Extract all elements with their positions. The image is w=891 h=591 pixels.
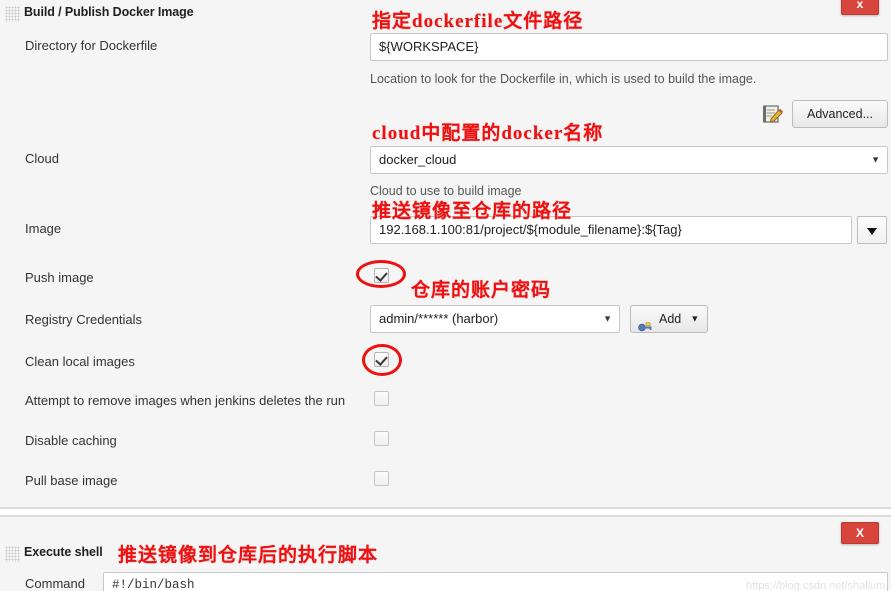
push-image-label: Push image	[25, 270, 94, 285]
drag-handle-icon[interactable]	[5, 546, 20, 562]
row-directory-for-dockerfile: Directory for Dockerfile ${WORKSPACE} Lo…	[0, 30, 891, 90]
disable-caching-label: Disable caching	[25, 433, 117, 448]
row-clean-local-images: Clean local images	[0, 352, 891, 380]
shell-section-title: Execute shell	[24, 545, 103, 559]
chevron-down-icon: ▼	[603, 313, 612, 324]
pull-base-image-label: Pull base image	[25, 473, 118, 488]
jenkins-job-config-page: Build / Publish Docker Image x Directory…	[0, 0, 891, 591]
row-cloud: Cloud docker_cloud ▼ Cloud to use to bui…	[0, 145, 891, 200]
row-command: Command #!/bin/bash https://blog.csdn.ne…	[0, 572, 891, 591]
add-credentials-label: Add	[659, 312, 682, 326]
registry-credentials-select[interactable]: admin/****** (harbor) ▼	[370, 305, 620, 333]
cloud-select[interactable]: docker_cloud ▼	[370, 146, 888, 174]
clean-local-images-checkbox[interactable]	[374, 352, 389, 367]
annotation-registry-credentials: 仓库的账户密码	[411, 280, 552, 301]
key-icon	[638, 315, 653, 332]
directory-for-dockerfile-input[interactable]: ${WORKSPACE}	[370, 33, 888, 61]
cloud-label: Cloud	[25, 151, 59, 166]
directory-for-dockerfile-label: Directory for Dockerfile	[25, 38, 158, 53]
panel-separator	[0, 508, 891, 516]
chevron-down-icon: ▼	[871, 154, 880, 165]
clean-local-images-label: Clean local images	[25, 354, 135, 369]
notepad-pencil-icon[interactable]	[762, 103, 784, 125]
disable-caching-checkbox[interactable]	[374, 431, 389, 446]
push-image-checkbox[interactable]	[374, 268, 389, 283]
build-publish-docker-image-panel: Build / Publish Docker Image x Directory…	[0, 0, 891, 508]
chevron-down-icon: ▼	[690, 313, 700, 324]
drag-handle-icon[interactable]	[5, 6, 20, 22]
close-docker-section-button[interactable]: x	[841, 0, 879, 15]
directory-for-dockerfile-help: Location to look for the Dockerfile in, …	[370, 72, 757, 86]
annotation-shell-script: 推送镜像到仓库后的执行脚本	[118, 545, 379, 566]
image-dropdown-button[interactable]	[857, 216, 887, 244]
pull-base-image-checkbox[interactable]	[374, 471, 389, 486]
annotation-cloud-name: cloud中配置的docker名称	[372, 123, 604, 144]
annotation-dockerfile-path: 指定dockerfile文件路径	[372, 11, 584, 32]
docker-section-title: Build / Publish Docker Image	[24, 5, 194, 19]
cloud-select-value: docker_cloud	[379, 152, 457, 167]
row-pull-base-image: Pull base image	[0, 471, 891, 499]
add-credentials-button[interactable]: Add ▼	[630, 305, 709, 333]
attempt-remove-images-checkbox[interactable]	[374, 391, 389, 406]
row-registry-credentials: Registry Credentials admin/****** (harbo…	[0, 305, 891, 337]
registry-credentials-label: Registry Credentials	[25, 312, 143, 327]
attempt-remove-images-label: Attempt to remove images when jenkins de…	[25, 393, 346, 408]
close-shell-section-button[interactable]: X	[841, 522, 879, 544]
row-disable-caching: Disable caching	[0, 431, 891, 459]
image-label: Image	[25, 221, 62, 236]
execute-shell-panel: Execute shell X 推送镜像到仓库后的执行脚本 Command #!…	[0, 516, 891, 591]
row-attempt-remove-images: Attempt to remove images when jenkins de…	[0, 391, 891, 419]
command-label: Command	[25, 576, 85, 591]
registry-credentials-value: admin/****** (harbor)	[379, 311, 499, 326]
annotation-image-push-path: 推送镜像至仓库的路径	[372, 201, 573, 222]
advanced-button[interactable]: Advanced...	[792, 100, 888, 128]
watermark-text: https://blog.csdn.net/shallum	[746, 580, 886, 591]
